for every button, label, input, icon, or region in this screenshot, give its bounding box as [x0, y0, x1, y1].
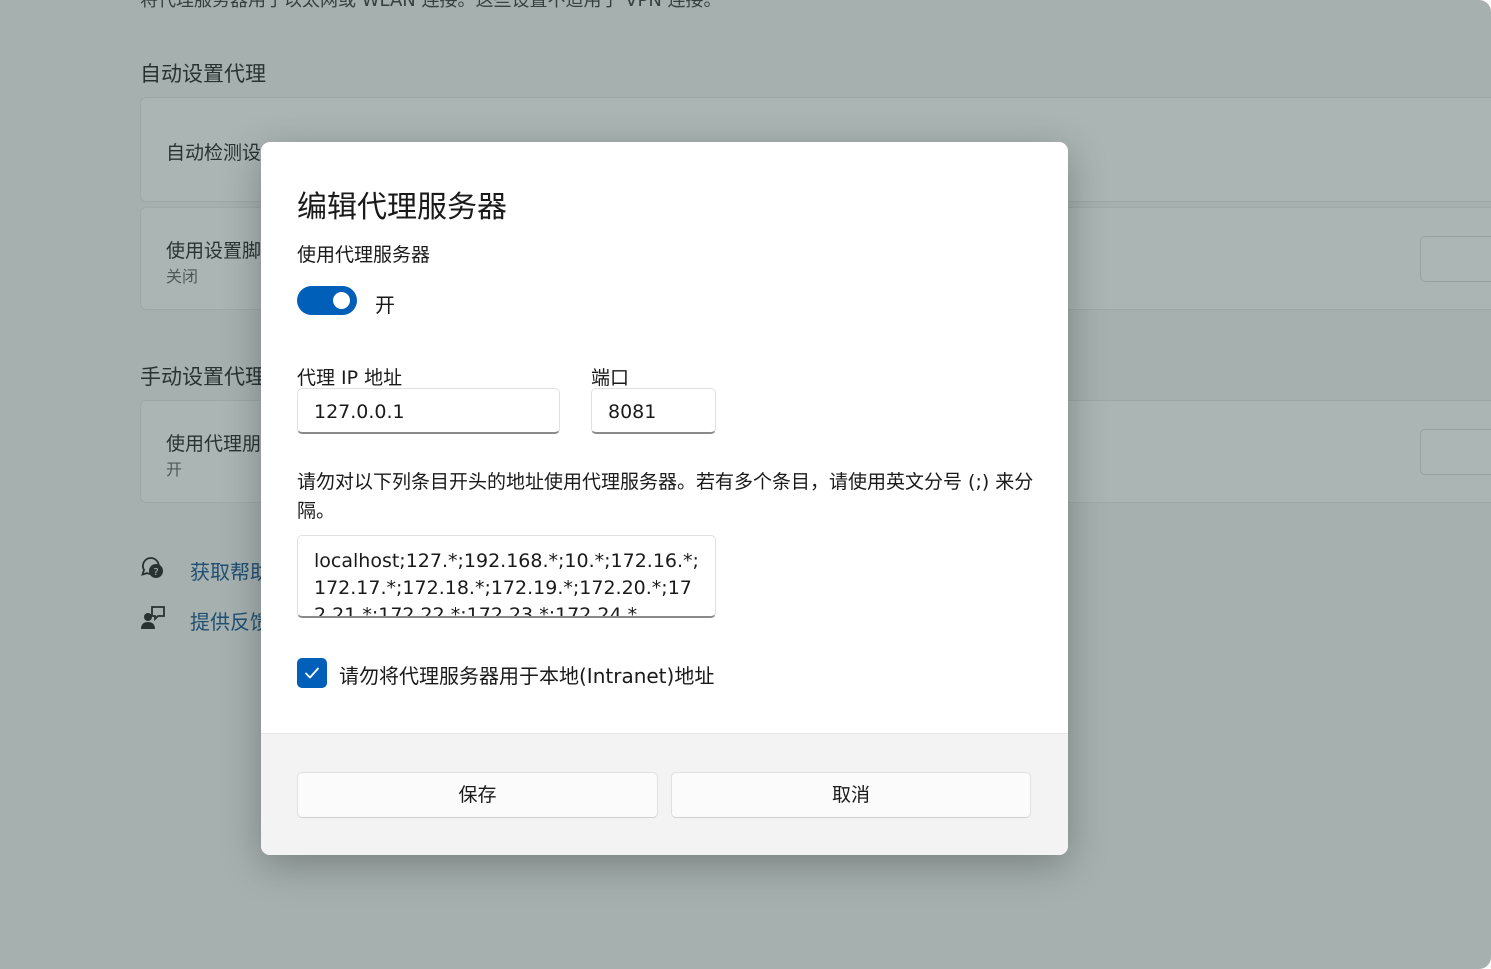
port-label: 端口: [591, 367, 630, 389]
dialog-footer: 保存 取消: [261, 733, 1068, 855]
edit-proxy-dialog: 编辑代理服务器 使用代理服务器 开 代理 IP 地址 127.0.0.1 端口 …: [261, 142, 1068, 855]
use-proxy-toggle[interactable]: [297, 286, 357, 315]
bypass-local-checkbox[interactable]: [297, 658, 327, 688]
proxy-ip-label: 代理 IP 地址: [297, 367, 403, 389]
exceptions-textarea[interactable]: localhost;127.*;192.168.*;10.*;172.16.*;…: [297, 535, 716, 618]
proxy-ip-input[interactable]: 127.0.0.1: [297, 388, 560, 434]
port-input[interactable]: 8081: [591, 388, 716, 434]
cancel-button[interactable]: 取消: [671, 772, 1031, 818]
save-button[interactable]: 保存: [297, 772, 658, 818]
use-proxy-label: 使用代理服务器: [297, 244, 431, 266]
toggle-knob: [333, 292, 350, 309]
bypass-local-label: 请勿将代理服务器用于本地(Intranet)地址: [339, 664, 715, 688]
dialog-title: 编辑代理服务器: [297, 190, 507, 225]
toggle-state-label: 开: [375, 293, 395, 317]
checkmark-icon: [305, 667, 319, 679]
exceptions-description: 请勿对以下列条目开头的地址使用代理服务器。若有多个条目，请使用英文分号 (;) …: [297, 471, 1034, 522]
